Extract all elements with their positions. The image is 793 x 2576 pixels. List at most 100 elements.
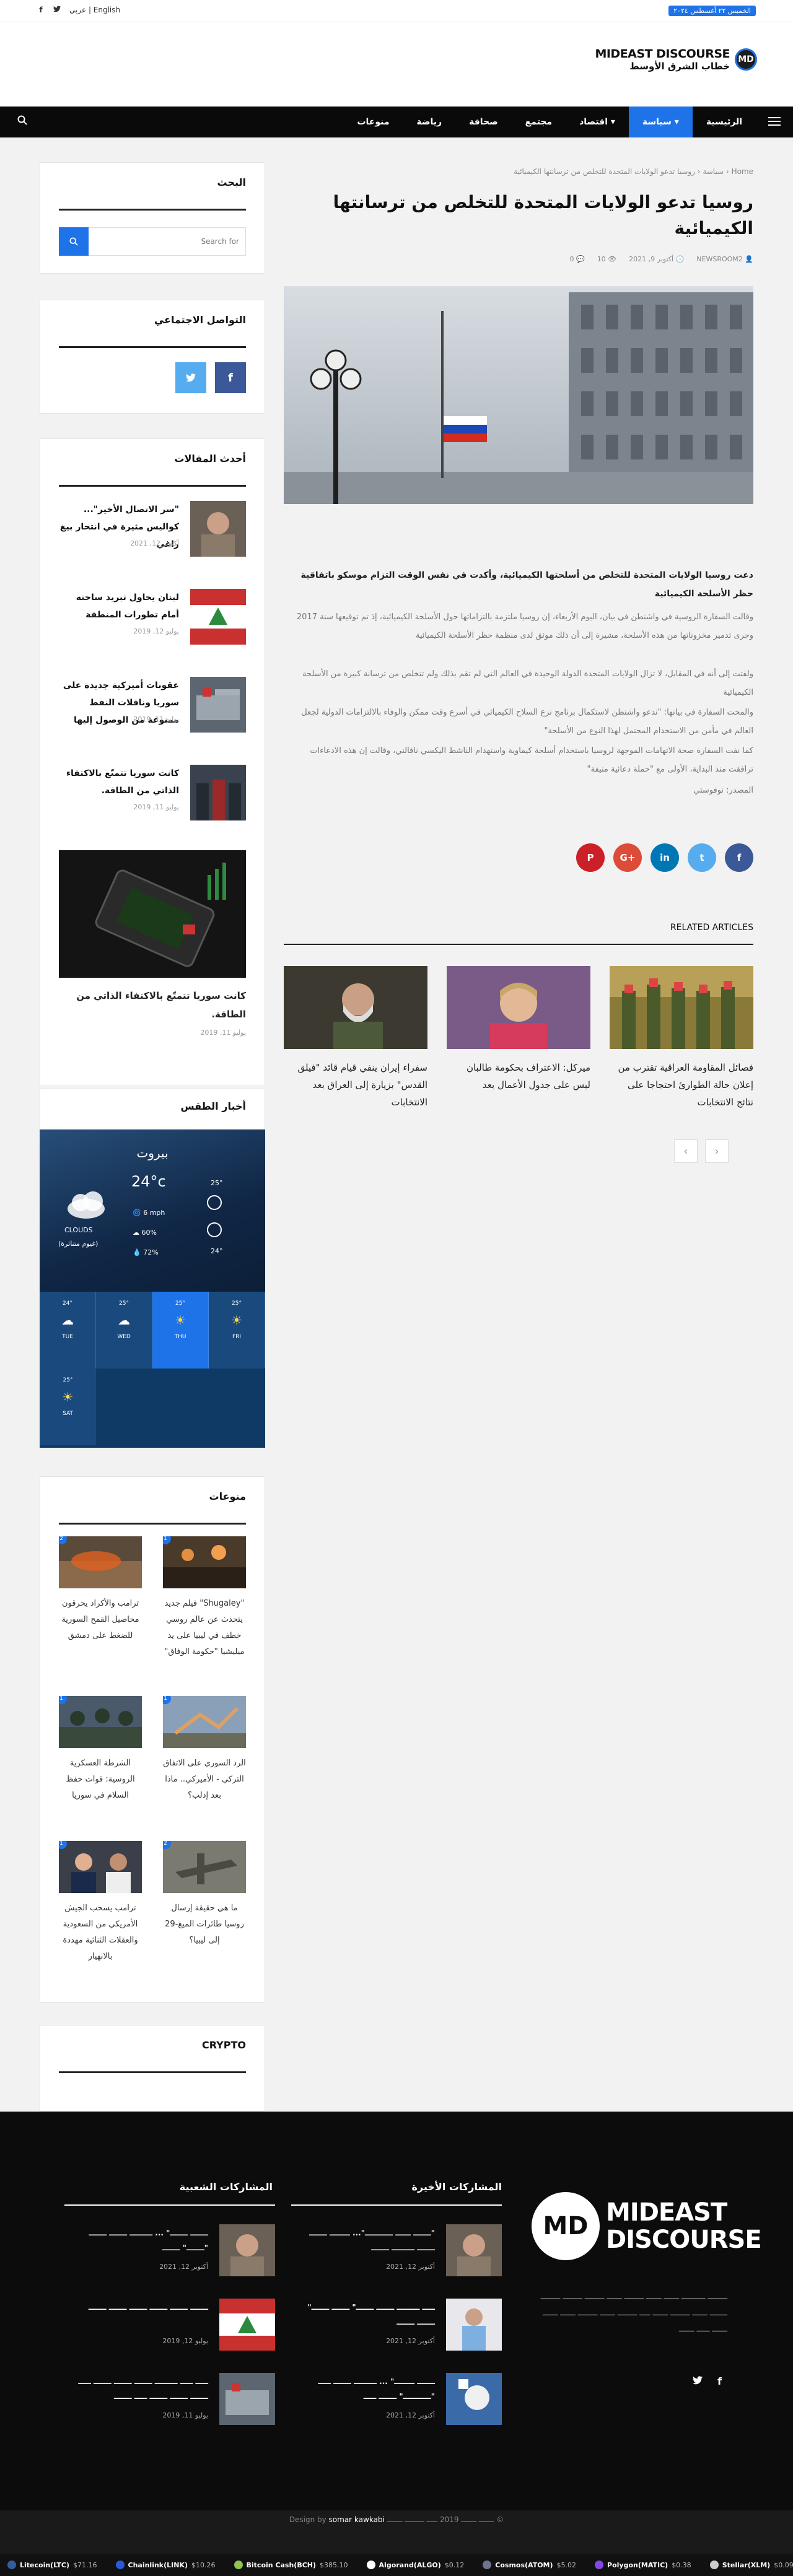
nav-item-press[interactable]: صحافة: [455, 107, 512, 137]
variety-item[interactable]: 1 الرد السوري على الاتفاق التركي - الأمي…: [163, 1696, 246, 1804]
search-button[interactable]: [59, 227, 89, 256]
nav-items: الرئيسية سياسة ▾ اقتصاد ▾ مجتمع صحافة ري…: [343, 107, 756, 137]
post-thumbnail[interactable]: [219, 2299, 275, 2351]
facebook-icon[interactable]: f: [37, 6, 45, 14]
share-twitter-icon[interactable]: t: [688, 843, 716, 872]
variety-item[interactable]: 1 الشرطة العسكرية الروسية: قوات حفظ السل…: [59, 1696, 142, 1804]
recent-post[interactable]: لبنان يحاول تبريد ساحته أمام تطورات المن…: [59, 589, 246, 645]
variety-image[interactable]: 2: [59, 1536, 142, 1588]
ticker-item[interactable]: Litecoin(LTC) $71.16: [7, 2561, 97, 2569]
search-icon[interactable]: [17, 115, 27, 128]
variety-title[interactable]: ما هي حقيقة إرسال روسيا طائرات الميغ-29 …: [163, 1900, 246, 1949]
author[interactable]: 👤 NEWSROOM2: [696, 255, 753, 263]
twitter-icon[interactable]: [53, 6, 61, 14]
post-title[interactable]: لبنان يحاول تبريد ساحته أمام تطورات المن…: [59, 589, 179, 624]
related-image[interactable]: [447, 966, 590, 1049]
share-facebook-icon[interactable]: f: [725, 843, 753, 872]
breadcrumb[interactable]: Home ‹ سياسة ‹ روسيا تدعو الولايات المتح…: [514, 167, 753, 176]
twitter-icon[interactable]: [693, 2375, 703, 2387]
featured-post-title[interactable]: كانت سوريا تتمتّع بالاكتفاء الذاتي من ال…: [59, 986, 246, 1024]
nav-item-sports[interactable]: رياضة: [403, 107, 456, 137]
search-input[interactable]: [89, 229, 245, 254]
nav-item-variety[interactable]: منوعات: [343, 107, 403, 137]
variety-item[interactable]: 2 ما هي حقيقة إرسال روسيا طائرات الميغ-2…: [163, 1841, 246, 1949]
next-arrow-icon[interactable]: ›: [705, 1139, 729, 1163]
post-title[interactable]: ـــــ ـــــ ـــــــــ ـــــــ ـــــــ ــ…: [64, 2374, 208, 2404]
post-title[interactable]: ـــــــ ـــــــ" ... ـــــــــ ـــــــ ـ…: [64, 2226, 208, 2255]
related-image[interactable]: [284, 966, 427, 1049]
footer-post[interactable]: ـــــ ـــــ ـــــــــ ـــــــ ـــــــ ــ…: [64, 2373, 275, 2425]
logo-text: MIDEAST DISCOURSE خطاب الشرق الأوسط: [595, 47, 730, 72]
variety-title[interactable]: "Shugaley" فيلم جديد يتحدث عن عالم روسي …: [163, 1596, 246, 1660]
variety-title[interactable]: الشرطة العسكرية الروسية: قوات حفظ السلام…: [59, 1756, 142, 1804]
cosmos-icon: [483, 2561, 492, 2569]
ticker-item[interactable]: Bitcoin Cash(BCH) $385.10: [234, 2561, 348, 2569]
variety-title[interactable]: ترامب يسحب الجيش الأمريكي من السعودية وا…: [59, 1900, 142, 1965]
recent-post[interactable]: "سر الاتصال الأخير"... كواليس مثيرة في ا…: [59, 501, 246, 557]
post-thumbnail[interactable]: [190, 677, 246, 733]
facebook-icon[interactable]: f: [215, 362, 246, 393]
nav-item-politics[interactable]: سياسة ▾: [628, 107, 693, 137]
post-date: 🕒 أكتوبر 9, 2021: [629, 255, 685, 263]
post-thumbnail[interactable]: [190, 765, 246, 820]
post-title[interactable]: كانت سوريا تتمتّع بالاكتفاء الذاتي من ال…: [59, 765, 179, 799]
post-title[interactable]: ـــــــ ـــــــ ـــــــ ـــــــ ـــــــ …: [64, 2300, 208, 2315]
post-thumbnail[interactable]: [446, 2299, 502, 2351]
designer-link[interactable]: somar kawkabi: [329, 2515, 385, 2524]
post-title[interactable]: ـــــ ـــــــــ ـــــــ ـــــــ" ـــــــ…: [291, 2300, 435, 2330]
share-pinterest-icon[interactable]: P: [576, 843, 605, 872]
share-google-icon[interactable]: G+: [613, 843, 642, 872]
footer-logo[interactable]: MD MIDEAST DISCOURSE: [532, 2192, 762, 2260]
recent-post[interactable]: عقوبات أميركية جديدة على سوريا وناقلات ا…: [59, 677, 246, 733]
related-article[interactable]: ميركل: الاعتراف بحكومة طالبان ليس على جد…: [447, 966, 590, 1094]
post-thumbnail[interactable]: [190, 501, 246, 557]
related-image[interactable]: [610, 966, 753, 1049]
facebook-icon[interactable]: f: [717, 2375, 722, 2387]
nav-item-society[interactable]: مجتمع: [512, 107, 566, 137]
variety-image[interactable]: 1: [163, 1696, 246, 1748]
nav-item-home[interactable]: الرئيسية: [693, 107, 756, 137]
share-linkedin-icon[interactable]: in: [651, 843, 679, 872]
nav-item-economy[interactable]: اقتصاد ▾: [566, 107, 629, 137]
variety-image[interactable]: 1: [59, 1696, 142, 1748]
variety-image[interactable]: 1: [59, 1841, 142, 1893]
variety-title[interactable]: الرد السوري على الاتفاق التركي - الأميرك…: [163, 1756, 246, 1804]
footer-post[interactable]: "ـــــــ ــــــ ـــــــــــ"... ــــــــ…: [291, 2224, 502, 2276]
variety-item[interactable]: 1 "Shugaley" فيلم جديد يتحدث عن عالم روس…: [163, 1536, 246, 1660]
footer-post[interactable]: ـــــ ـــــــــ ـــــــ ـــــــ" ـــــــ…: [291, 2299, 502, 2351]
post-thumbnail[interactable]: [219, 2224, 275, 2276]
menu-icon[interactable]: [768, 117, 781, 128]
ticker-item[interactable]: Algorand(ALGO) $0.12: [366, 2561, 464, 2569]
ticker-item[interactable]: Polygon(MATIC) $0.38: [595, 2561, 691, 2569]
comments-count[interactable]: 💬 0: [569, 255, 584, 263]
language-links[interactable]: عربي | English: [69, 6, 120, 14]
ticker-item[interactable]: Stellar(XLM)$0.0941: [709, 2561, 793, 2569]
ticker-item[interactable]: Chainlink(LINK) $10.26: [115, 2561, 216, 2569]
related-title[interactable]: ميركل: الاعتراف بحكومة طالبان ليس على جد…: [447, 1059, 590, 1094]
post-thumbnail[interactable]: [219, 2373, 275, 2425]
footer-post[interactable]: ـــــــ ــــــــ" ... ـــــــــ ـــــــ …: [291, 2373, 502, 2425]
site-logo[interactable]: MIDEAST DISCOURSE خطاب الشرق الأوسط MD: [595, 47, 757, 72]
twitter-icon[interactable]: [175, 362, 206, 393]
post-title[interactable]: ـــــــ ــــــــ" ... ـــــــــ ـــــــ …: [291, 2374, 435, 2404]
variety-item[interactable]: 1 ترامب يسحب الجيش الأمريكي من السعودية …: [59, 1841, 142, 1965]
related-article[interactable]: سفراء إيران ينفي قيام قائد "فيلق القدس" …: [284, 966, 427, 1111]
prev-arrow-icon[interactable]: ‹: [674, 1139, 698, 1163]
variety-image[interactable]: 1: [163, 1536, 246, 1588]
post-thumbnail[interactable]: [190, 589, 246, 645]
variety-title[interactable]: ترامب والأكراد يحرقون محاصيل القمح السور…: [59, 1596, 142, 1644]
featured-post-image[interactable]: [59, 850, 246, 978]
footer-post[interactable]: ـــــــ ـــــــ" ... ـــــــــ ـــــــ ـ…: [64, 2224, 275, 2276]
footer-post[interactable]: ـــــــ ـــــــ ـــــــ ـــــــ ـــــــ …: [64, 2299, 275, 2351]
post-thumbnail[interactable]: [446, 2373, 502, 2425]
related-title[interactable]: سفراء إيران ينفي قيام قائد "فيلق القدس" …: [284, 1059, 427, 1111]
post-title[interactable]: "ـــــــ ــــــ ـــــــــــ"... ــــــــ…: [291, 2226, 435, 2255]
recent-post[interactable]: كانت سوريا تتمتّع بالاكتفاء الذاتي من ال…: [59, 765, 246, 820]
post-thumbnail[interactable]: [446, 2224, 502, 2276]
ticker-item[interactable]: Cosmos(ATOM) $5.02: [483, 2561, 576, 2569]
variety-item[interactable]: 2 ترامب والأكراد يحرقون محاصيل القمح الس…: [59, 1536, 142, 1644]
related-title[interactable]: فصائل المقاومة العراقية تقترب من إعلان ح…: [610, 1059, 753, 1111]
related-article[interactable]: فصائل المقاومة العراقية تقترب من إعلان ح…: [610, 966, 753, 1111]
coin-name: Stellar(XLM): [722, 2561, 771, 2569]
variety-image[interactable]: 2: [163, 1841, 246, 1893]
